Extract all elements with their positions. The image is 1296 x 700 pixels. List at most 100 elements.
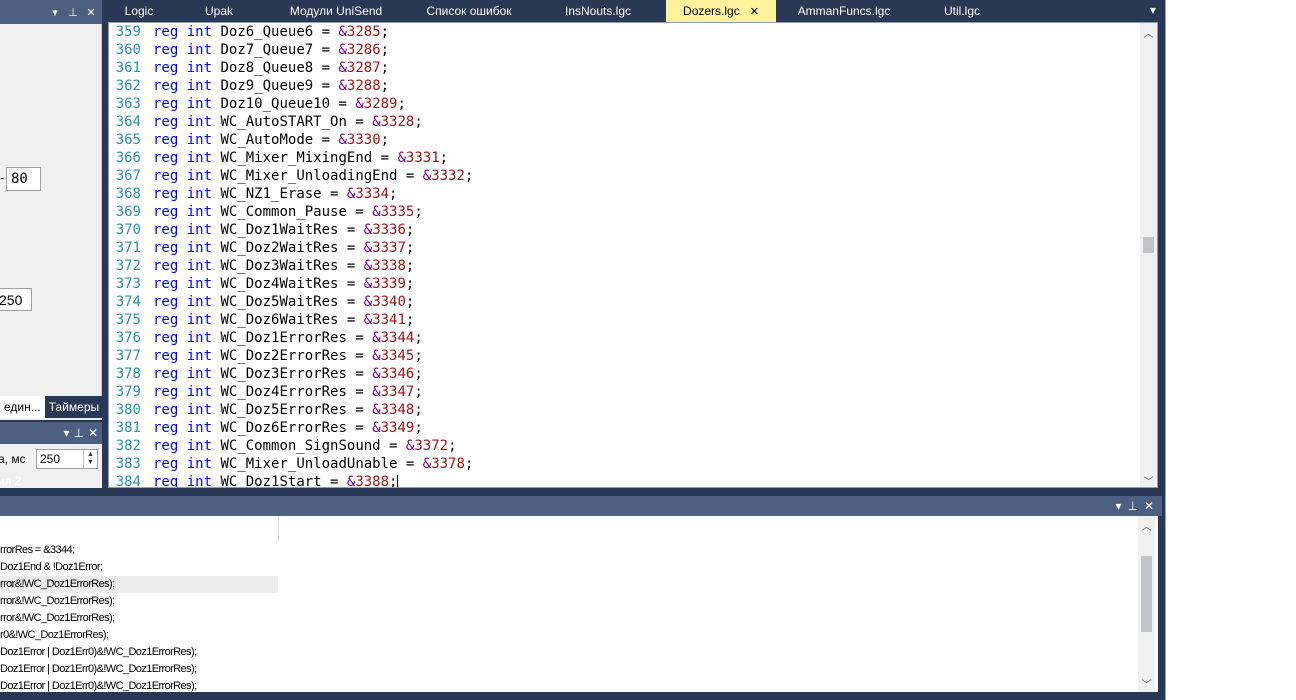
spin-up-icon[interactable]: ▲ — [87, 451, 94, 459]
close-icon[interactable]: ✕ — [88, 426, 98, 440]
keyword-reg: reg — [153, 276, 179, 292]
keyword-int: int — [186, 456, 213, 472]
line-number: 376 — [115, 330, 141, 346]
address-operator: & — [363, 276, 373, 292]
code-line[interactable]: 365 reg int WC_AutoMode = &3330; — [109, 131, 1139, 149]
code-line[interactable]: 371 reg int WC_Doz2WaitRes = &3337; — [109, 239, 1139, 257]
interval-spinbox[interactable]: 250 ▲ ▼ — [36, 449, 98, 469]
spin-down-icon[interactable]: ▼ — [87, 459, 94, 467]
scroll-down-icon[interactable]: ﹀ — [1140, 471, 1157, 488]
scroll-thumb[interactable] — [1141, 556, 1152, 632]
variable-name: WC_Doz3ErrorRes = — [212, 366, 373, 382]
code-line[interactable]: 369 reg int WC_Common_Pause = &3335; — [109, 203, 1139, 221]
output-line[interactable]: rror&!WC_Doz1ErrorRes); — [0, 610, 278, 627]
code-line[interactable]: 361 reg int Doz8_Queue8 = &3287; — [109, 59, 1139, 77]
code-line[interactable]: 360 reg int Doz7_Queue7 = &3286; — [109, 41, 1139, 59]
scroll-down-icon[interactable]: ﹀ — [1138, 674, 1155, 692]
pin-icon[interactable]: ⊥ — [66, 4, 80, 20]
value-field-1[interactable]: 80 — [6, 167, 41, 191]
code-line[interactable]: 384 reg int WC_Doz1Start = &3388; — [109, 473, 1139, 487]
semicolon: ; — [448, 438, 457, 454]
output-line[interactable]: rror&!WC_Doz1ErrorRes); — [0, 576, 278, 593]
code-line[interactable]: 372 reg int WC_Doz3WaitRes = &3338; — [109, 257, 1139, 275]
code-line[interactable]: 373 reg int WC_Doz4WaitRes = &3339; — [109, 275, 1139, 293]
tab-insnouts-lgc[interactable]: InsNouts.lgc — [530, 0, 666, 22]
value-field-2[interactable]: 250 — [0, 288, 32, 311]
code-line[interactable]: 359 reg int Doz6_Queue6 = &3285; — [109, 23, 1139, 41]
output-line[interactable]: Doz1End & !Doz1Error; — [0, 559, 278, 576]
code-line[interactable]: 375 reg int WC_Doz6WaitRes = &3341; — [109, 311, 1139, 329]
code-editor[interactable]: 359 reg int Doz6_Queue6 = &3285; 360 reg in… — [108, 22, 1158, 488]
code-line[interactable]: 381 reg int WC_Doz6ErrorRes = &3349; — [109, 419, 1139, 437]
address-value: 3349 — [380, 420, 415, 436]
pin-icon[interactable]: ⊥ — [73, 426, 83, 440]
close-tab-icon[interactable]: ✕ — [750, 5, 759, 18]
output-line[interactable]: rror&!WC_Doz1ErrorRes); — [0, 593, 278, 610]
address-operator: & — [363, 240, 373, 256]
code-line[interactable]: 380 reg int WC_Doz5ErrorRes = &3348; — [109, 401, 1139, 419]
keyword-int: int — [186, 420, 213, 436]
editor-vertical-scrollbar[interactable]: ︿ ﹀ — [1140, 23, 1157, 488]
tab-connections[interactable]: един... — [0, 396, 45, 418]
close-icon[interactable]: ✕ — [1144, 499, 1154, 513]
code-line[interactable]: 378 reg int WC_Doz3ErrorRes = &3346; — [109, 365, 1139, 383]
tab-список-ошибок[interactable]: Список ошибок — [408, 0, 530, 22]
variable-name: WC_Doz6ErrorRes = — [212, 420, 373, 436]
code-line[interactable]: 367 reg int WC_Mixer_UnloadingEnd = &3332… — [109, 167, 1139, 185]
spin-arrows[interactable]: ▲ ▼ — [83, 450, 97, 468]
keyword-reg: reg — [153, 402, 179, 418]
scroll-up-icon[interactable]: ︿ — [1138, 516, 1155, 534]
code-line[interactable]: 382 reg int WC_Common_SignSound = &3372; — [109, 437, 1139, 455]
pin-icon[interactable]: ⊥ — [1127, 499, 1137, 513]
output-line[interactable]: Doz1Error | Doz1Err0)&!WC_Doz1ErrorRes); — [0, 661, 278, 678]
tab-модули-unisend[interactable]: Модули UniSend — [264, 0, 408, 22]
code-line[interactable]: 377 reg int WC_Doz2ErrorRes = &3345; — [109, 347, 1139, 365]
scroll-thumb[interactable] — [1143, 237, 1154, 253]
code-line[interactable]: 379 reg int WC_Doz4ErrorRes = &3347; — [109, 383, 1139, 401]
bottom-vertical-scrollbar[interactable]: ︿ ﹀ — [1138, 516, 1155, 692]
code-text: reg int WC_Doz5ErrorRes = &3348; — [145, 401, 423, 419]
dropdown-icon[interactable]: ▾ — [48, 4, 62, 20]
variable-name: WC_Doz1WaitRes = — [212, 222, 364, 238]
tab-ammanfuncs-lgc[interactable]: AmmanFuncs.lgc — [776, 0, 912, 22]
output-line[interactable]: rrorRes = &3344; — [0, 542, 278, 559]
close-icon[interactable]: ✕ — [84, 4, 98, 20]
scroll-up-icon[interactable]: ︿ — [1140, 23, 1157, 41]
line-number: 359 — [115, 24, 141, 40]
output-line[interactable]: Doz1Error | Doz1Err0)&!WC_Doz1ErrorRes); — [0, 678, 278, 692]
tab-upak[interactable]: Upak — [174, 0, 264, 22]
semicolon: ; — [414, 204, 423, 220]
code-line[interactable]: 383 reg int WC_Mixer_UnloadUnable = &3378… — [109, 455, 1139, 473]
code-line[interactable]: 370 reg int WC_Doz1WaitRes = &3336; — [109, 221, 1139, 239]
code-line[interactable]: 376 reg int WC_Doz1ErrorRes = &3344; — [109, 329, 1139, 347]
code-line[interactable]: 368 reg int WC_NZ1_Erase = &3334; — [109, 185, 1139, 203]
line-number: 365 — [115, 132, 141, 148]
tab-util-lgc[interactable]: Util.lgc — [912, 0, 1012, 22]
line-number: 373 — [115, 276, 141, 292]
tab-logic[interactable]: Logic — [104, 0, 174, 22]
tab-dozers-lgc[interactable]: Dozers.lgc ✕ — [666, 0, 776, 22]
code-line[interactable]: 374 reg int WC_Doz5WaitRes = &3340; — [109, 293, 1139, 311]
code-line[interactable]: 363 reg int Doz10_Queue10 = &3289; — [109, 95, 1139, 113]
code-line[interactable]: 366 reg int WC_Mixer_MixingEnd = &3331; — [109, 149, 1139, 167]
ide-window: ▾ ⊥ ✕ - 80 250 един... Таймеры ▾ ⊥ ✕ а, … — [0, 0, 1165, 700]
dropdown-icon[interactable]: ▾ — [1115, 499, 1121, 513]
address-operator: & — [355, 96, 364, 112]
keyword-int: int — [186, 330, 213, 346]
semicolon: ; — [405, 294, 415, 310]
dropdown-icon[interactable]: ▾ — [63, 426, 69, 440]
tab-list-dropdown-icon[interactable]: ▾ — [1150, 3, 1156, 17]
code-line[interactable]: 362 reg int Doz9_Queue9 = &3288; — [109, 77, 1139, 95]
variable-name: WC_Doz4WaitRes = — [212, 276, 364, 292]
output-line[interactable]: r0&!WC_Doz1ErrorRes); — [0, 627, 278, 644]
code-lines[interactable]: 359 reg int Doz6_Queue6 = &3285; 360 reg in… — [109, 23, 1139, 487]
address-value: 3288 — [346, 78, 381, 94]
tab-timers[interactable]: Таймеры — [45, 396, 103, 418]
code-line[interactable]: 364 reg int WC_AutoSTART_On = &3328; — [109, 113, 1139, 131]
output-line[interactable]: Doz1Error | Doz1Err0)&!WC_Doz1ErrorRes); — [0, 644, 278, 661]
variable-name: WC_Mixer_MixingEnd = — [212, 150, 398, 166]
